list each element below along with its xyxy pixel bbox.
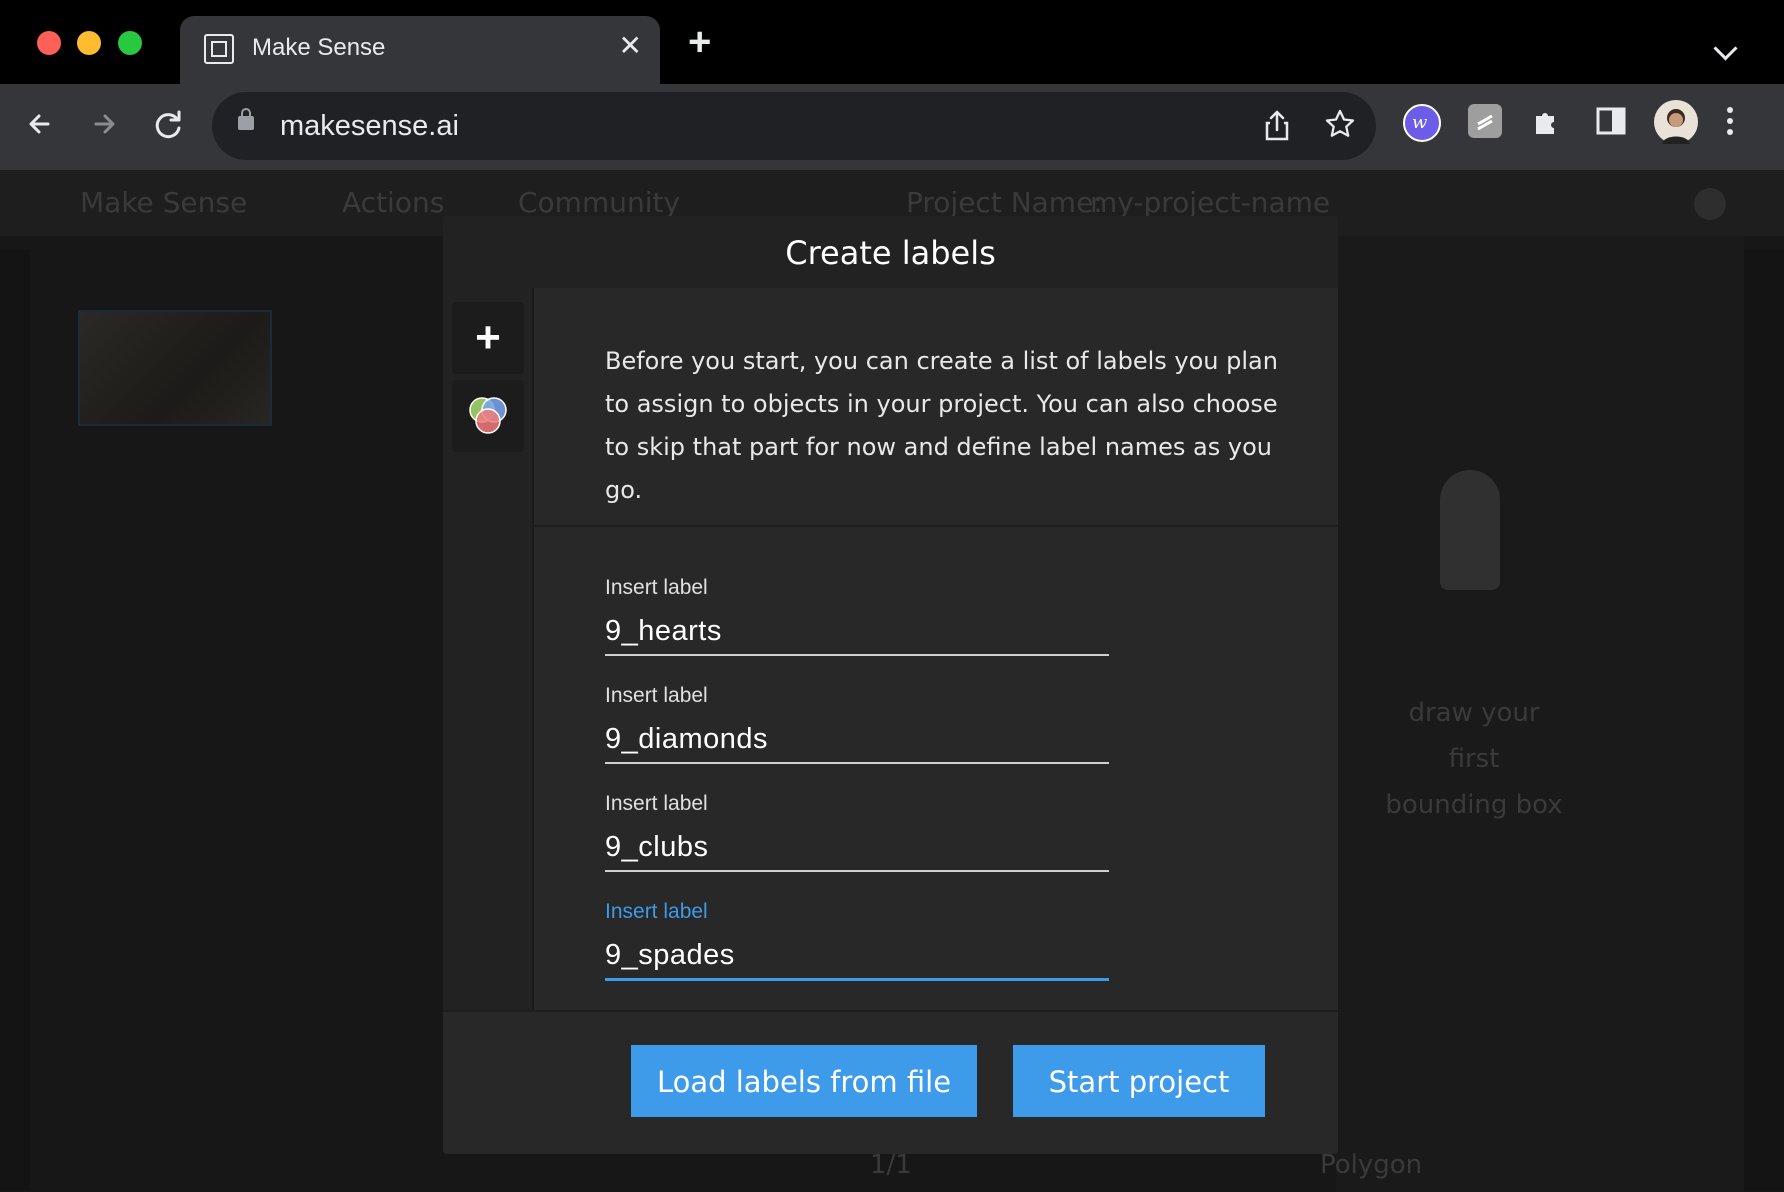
load-labels-from-file-button[interactable]: Load labels from file (631, 1045, 977, 1117)
svg-text:w: w (1412, 112, 1428, 133)
extension-stack-icon[interactable] (1468, 104, 1502, 138)
label-name-input[interactable] (605, 716, 1109, 764)
images-side-tab (0, 250, 30, 1190)
back-arrow-icon[interactable] (18, 102, 62, 146)
label-field-caption: Insert label (605, 576, 708, 599)
side-panel-icon[interactable] (1594, 104, 1628, 138)
empty-labels-hint: draw your first bounding box (1385, 698, 1563, 820)
bookmark-star-icon[interactable] (1324, 108, 1356, 148)
tab-title: Make Sense (252, 34, 386, 61)
forward-arrow-icon[interactable] (82, 102, 126, 146)
plus-icon: + (475, 313, 501, 362)
extension-w-icon[interactable]: w (1403, 104, 1441, 142)
random-colors-button[interactable] (452, 380, 524, 452)
extensions-puzzle-icon[interactable] (1530, 104, 1564, 138)
project-name-label: Project Name: (906, 186, 1103, 219)
label-name-input[interactable] (605, 608, 1109, 656)
reload-icon[interactable] (146, 102, 190, 146)
tab-close-icon[interactable]: ✕ (619, 32, 642, 60)
image-pager: 1/1 (870, 1150, 912, 1180)
color-circles-icon (469, 397, 507, 434)
modal-header: Create labels (443, 216, 1338, 288)
label-name-input[interactable] (605, 824, 1109, 872)
label-field-caption: Insert label (605, 900, 708, 923)
label-row: Insert label (605, 684, 1245, 784)
label-field-caption: Insert label (605, 792, 708, 815)
url-text[interactable]: makesense.ai (280, 110, 459, 143)
make-sense-favicon-icon (204, 34, 234, 64)
label-field-caption: Insert label (605, 684, 708, 707)
close-window-button[interactable] (37, 31, 61, 55)
browser-tab-strip: Make Sense ✕ + (0, 0, 1784, 84)
share-icon[interactable] (1262, 108, 1292, 150)
new-tab-button[interactable]: + (688, 22, 711, 62)
github-icon (1694, 188, 1726, 220)
label-row: Insert label (605, 576, 1245, 676)
community-menu: Community (518, 186, 681, 219)
browser-tab[interactable]: Make Sense ✕ (180, 16, 660, 84)
modal-sidebar: + (443, 288, 534, 1010)
lock-icon[interactable] (238, 108, 254, 130)
label-row: Insert label (605, 792, 1245, 892)
label-row: Insert label (605, 900, 1245, 1000)
project-name-value: my-project-name (1090, 186, 1331, 219)
modal-title: Create labels (785, 234, 996, 272)
modal-description: Before you start, you can create a list … (605, 347, 1278, 504)
maximize-window-button[interactable] (118, 31, 142, 55)
tab-search-chevron-icon[interactable] (1713, 36, 1738, 61)
labels-side-tab (1744, 250, 1784, 1190)
actions-menu: Actions (342, 186, 445, 219)
minimize-window-button[interactable] (77, 31, 101, 55)
image-thumbnail (78, 310, 272, 426)
polygon-tab: Polygon (1320, 1150, 1423, 1180)
profile-avatar[interactable] (1654, 100, 1698, 144)
start-project-button[interactable]: Start project (1013, 1045, 1265, 1117)
address-bar[interactable]: makesense.ai (212, 92, 1376, 160)
create-labels-modal: Create labels + Before you start, you ca… (443, 216, 1338, 1154)
browser-toolbar: makesense.ai w (0, 84, 1784, 170)
brand-name: Make Sense (80, 186, 248, 219)
footer-divider (443, 1010, 1338, 1012)
label-name-input[interactable] (605, 932, 1109, 981)
rocket-icon (1440, 470, 1500, 590)
description-divider (533, 525, 1338, 527)
browser-menu-icon[interactable] (1722, 104, 1738, 138)
add-label-button[interactable]: + (452, 302, 524, 374)
